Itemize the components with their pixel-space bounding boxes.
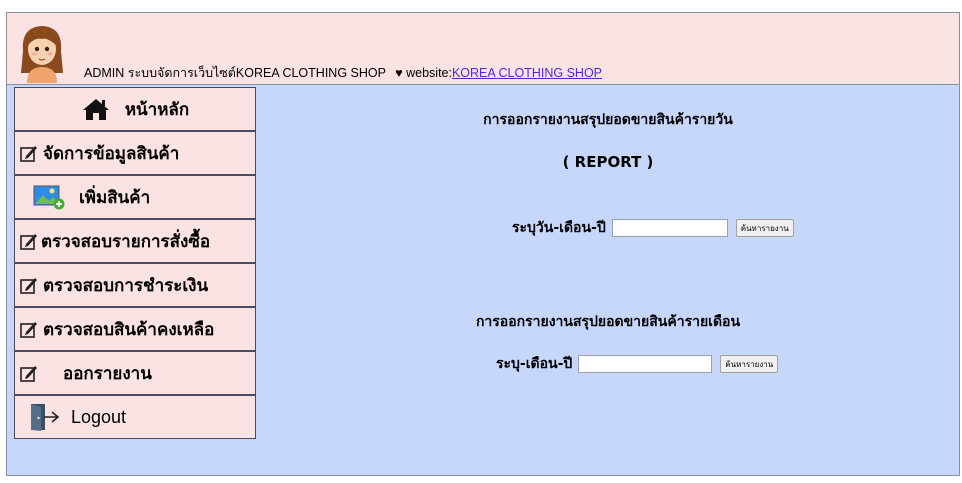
sidebar-item-check-orders[interactable]: ตรวจสอบรายการสั่งซื้อ (14, 219, 256, 263)
admin-avatar (21, 26, 63, 83)
website-link[interactable]: KOREA CLOTHING SHOP (452, 66, 602, 80)
sidebar-item-add-product[interactable]: เพิ่มสินค้า (14, 175, 256, 219)
logout-door-icon (27, 402, 61, 432)
header-title: ADMIN ระบบจัดการเว็บไซต์KOREA CLOTHING S… (84, 63, 602, 83)
heart-icon: ♥ (395, 66, 403, 80)
sidebar-item-label: ออกรายงาน (63, 363, 152, 384)
daily-search-button[interactable]: ค้นหารายงาน (735, 219, 794, 237)
daily-report-title: การออกรายงานสรุปยอดขายสินค้ารายวัน (483, 112, 733, 128)
edit-icon (19, 319, 39, 339)
add-image-icon (33, 184, 65, 210)
edit-icon (19, 231, 39, 251)
monthly-search-button[interactable]: ค้นหารายงาน (720, 355, 779, 373)
sidebar-item-label: จัดการข้อมูลสินค้า (43, 143, 180, 164)
header-bar: ADMIN ระบบจัดการเว็บไซต์KOREA CLOTHING S… (6, 12, 960, 85)
home-icon (81, 97, 111, 121)
sidebar-item-label: Logout (71, 406, 127, 427)
sidebar-item-manage-products[interactable]: จัดการข้อมูลสินค้า (14, 131, 256, 175)
sidebar-item-home[interactable]: หน้าหลัก (14, 87, 256, 131)
sidebar-item-check-stock[interactable]: ตรวจสอบสินค้าคงเหลือ (14, 307, 256, 351)
daily-date-input[interactable] (611, 219, 728, 237)
sidebar-item-label: เพิ่มสินค้า (79, 187, 151, 208)
edit-icon (19, 275, 39, 295)
monthly-date-input[interactable] (578, 355, 713, 373)
sidebar-item-label: ตรวจสอบสินค้าคงเหลือ (43, 319, 215, 340)
daily-search-row: ระบุวัน-เดือน-ปี ค้นหารายงาน (512, 217, 794, 239)
website-label: website: (406, 66, 452, 80)
monthly-field-label: ระบุ-เดือน-ปี (496, 356, 573, 372)
sidebar-item-check-payments[interactable]: ตรวจสอบการชำระเงิน (14, 263, 256, 307)
sidebar-item-label: ตรวจสอบการชำระเงิน (43, 275, 209, 296)
monthly-search-row: ระบุ-เดือน-ปี ค้นหารายงาน (496, 353, 779, 375)
sidebar-item-reports[interactable]: ออกรายงาน (14, 351, 256, 395)
report-label: ( REPORT ) (562, 153, 654, 171)
daily-field-label: ระบุวัน-เดือน-ปี (512, 220, 606, 236)
edit-icon (19, 143, 39, 163)
monthly-report-title: การออกรายงานสรุปยอดขายสินค้ารายเดือน (475, 314, 741, 330)
sidebar-item-logout[interactable]: Logout (14, 395, 256, 439)
sidebar-item-label: หน้าหลัก (124, 99, 190, 120)
admin-text: ADMIN ระบบจัดการเว็บไซต์KOREA CLOTHING S… (84, 66, 386, 80)
edit-icon (19, 363, 39, 383)
sidebar-item-label: ตรวจสอบรายการสั่งซื้อ (41, 231, 211, 252)
